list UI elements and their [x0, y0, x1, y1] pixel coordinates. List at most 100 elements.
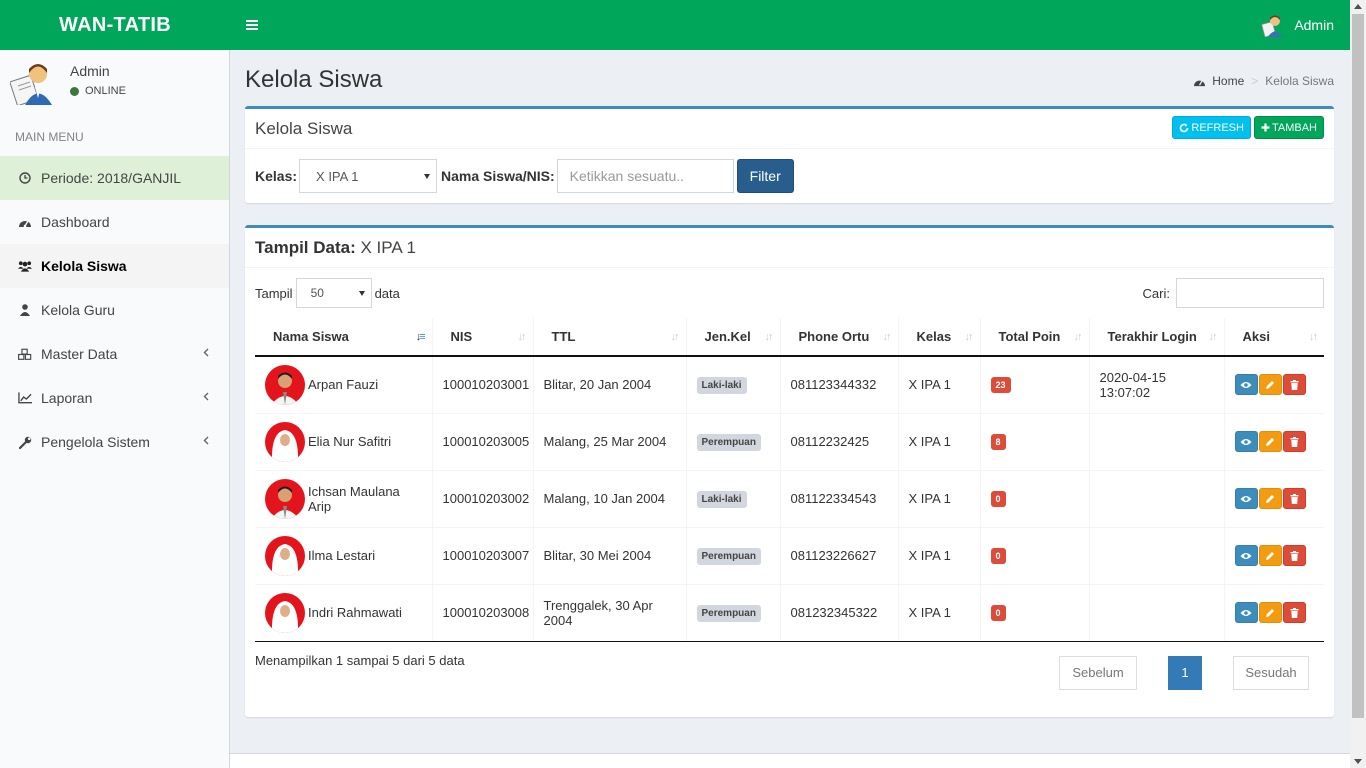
refresh-button-label: REFRESH: [1191, 121, 1244, 134]
scroll-down-icon[interactable]: [1354, 759, 1362, 764]
table-search-input[interactable]: [1176, 278, 1324, 308]
column-header[interactable]: Total Poin ↓↑: [980, 318, 1090, 357]
table-row: Arpan Fauzi 100010203001 Blitar, 20 Jan 20…: [255, 355, 1324, 413]
filter-button[interactable]: Filter: [736, 159, 794, 193]
table-row: Elia Nur Safitri 100010203005 Malang, 25 M…: [255, 412, 1324, 470]
cell-nis: 100010203005: [432, 412, 534, 470]
column-header-label: Phone Ortu: [798, 329, 870, 344]
trash-icon: [1290, 379, 1298, 390]
edit-button[interactable]: [1258, 431, 1282, 452]
cell-kelas: X IPA 1: [898, 412, 981, 470]
edit-button[interactable]: [1258, 545, 1282, 566]
delete-button[interactable]: [1282, 602, 1306, 623]
column-header[interactable]: Aksi ↓↑: [1224, 318, 1324, 357]
sidebar-item-laporan[interactable]: Laporan: [0, 376, 229, 420]
column-header-label: NIS: [450, 329, 473, 344]
gender-badge: Laki-laki: [696, 490, 747, 508]
sidebar: Admin ONLINE MAIN MENU Periode: 2018/GAN…: [0, 50, 230, 768]
clock-icon: [18, 171, 32, 185]
scroll-up-icon[interactable]: [1354, 4, 1362, 9]
page-1-button[interactable]: 1: [1168, 655, 1202, 690]
view-button[interactable]: [1234, 545, 1258, 566]
sort-icon: ↓↑: [764, 331, 774, 343]
scrollbar[interactable]: [1350, 0, 1366, 768]
search-input[interactable]: Ketikkan sesuatu..: [556, 159, 734, 193]
cell-nis: 100010203002: [432, 469, 534, 527]
column-header[interactable]: TTL ↓↑: [533, 318, 687, 357]
student-photo: [265, 364, 305, 405]
sidebar-item-kelola-siswa[interactable]: Kelola Siswa: [0, 244, 229, 288]
view-button[interactable]: [1234, 488, 1258, 509]
avatar: [10, 64, 52, 105]
sidebar-item-master-data[interactable]: Master Data: [0, 332, 229, 376]
sidebar-item-pengelola-sistem[interactable]: Pengelola Sistem: [0, 420, 229, 464]
cell-phone: 081122334543: [780, 469, 899, 527]
trash-icon: [1290, 607, 1298, 618]
sidebar-item-periode[interactable]: Periode: 2018/GANJIL: [0, 156, 229, 200]
breadcrumb-separator: >: [1251, 74, 1259, 88]
cell-nis: 100010203008: [432, 583, 534, 642]
eye-icon: [1240, 609, 1252, 616]
cell-poin: 0: [980, 526, 1090, 584]
user-menu[interactable]: Admin: [1260, 0, 1350, 50]
view-button[interactable]: [1234, 374, 1258, 396]
breadcrumb-current: Kelola Siswa: [1265, 74, 1334, 88]
view-button[interactable]: [1234, 431, 1258, 452]
column-header-label: TTL: [551, 329, 576, 344]
column-header[interactable]: Jen.Kel ↓↑: [686, 318, 781, 357]
student-photo: [265, 592, 305, 633]
cell-actions: [1224, 469, 1324, 527]
user-panel: Admin ONLINE: [0, 50, 229, 120]
app-logo[interactable]: WAN-TATIB: [0, 14, 230, 37]
kelas-select[interactable]: X IPA 1: [299, 159, 438, 193]
prev-page-button[interactable]: Sebelum: [1059, 655, 1137, 690]
cell-phone: 081123344332: [780, 355, 899, 413]
next-page-button[interactable]: Sesudah: [1233, 655, 1309, 690]
edit-button[interactable]: [1258, 374, 1282, 396]
cell-gender: Perempuan: [686, 583, 781, 642]
sort-icon: ↓↑: [1309, 331, 1318, 343]
page-title: Kelola Siswa: [245, 66, 383, 93]
page-length-select[interactable]: 50: [295, 278, 372, 308]
edit-button[interactable]: [1258, 488, 1282, 509]
refresh-button[interactable]: REFRESH: [1172, 116, 1251, 139]
sidebar-item-dashboard[interactable]: Dashboard: [0, 200, 229, 244]
caret-down-icon: [424, 174, 431, 179]
cell-poin: 0: [980, 583, 1090, 642]
column-header[interactable]: Terakhir Login ↓↑: [1089, 318, 1225, 357]
data-box: Tampil Data: X IPA 1 Tampil 50 data Cari…: [245, 225, 1334, 717]
filter-box-header: Kelola Siswa REFRESH TAMBAH: [245, 109, 1334, 149]
data-box-title-value: X IPA 1: [355, 237, 416, 257]
delete-button[interactable]: [1282, 431, 1306, 452]
cell-name: Ilma Lestari: [255, 526, 433, 584]
view-button[interactable]: [1234, 602, 1258, 623]
cell-phone: 081123226627: [780, 526, 899, 584]
cell-gender: Perempuan: [686, 412, 781, 470]
sidebar-toggle-icon[interactable]: [230, 0, 274, 50]
edit-button[interactable]: [1258, 602, 1282, 623]
column-header[interactable]: Phone Ortu ↓↑: [780, 318, 899, 357]
delete-button[interactable]: [1282, 488, 1306, 509]
gender-badge: Perempuan: [696, 433, 761, 451]
sort-icon: ↓↑: [1208, 331, 1218, 343]
column-header-label: Terakhir Login: [1107, 329, 1197, 344]
eye-icon: [1240, 552, 1252, 559]
sort-icon: ↓↑: [882, 331, 892, 343]
breadcrumb-home-link[interactable]: Home: [1212, 74, 1244, 88]
dashboard-icon: [18, 215, 32, 229]
breadcrumb: Home > Kelola Siswa: [1193, 74, 1334, 88]
scrollbar-thumb[interactable]: [1352, 14, 1364, 718]
sort-icon: ↓↑: [1073, 331, 1083, 343]
sort-icon: ↓↑: [670, 331, 680, 343]
delete-button[interactable]: [1282, 374, 1306, 396]
sidebar-item-label: Kelola Guru: [41, 302, 115, 318]
column-header[interactable]: Nama Siswa ↓≡: [255, 318, 433, 357]
column-header[interactable]: Kelas ↓↑: [898, 318, 981, 357]
sidebar-item-kelola-guru[interactable]: Kelola Guru: [0, 288, 229, 332]
cell-name: Arpan Fauzi: [255, 355, 433, 413]
column-header[interactable]: NIS ↓↑: [432, 318, 534, 357]
add-button[interactable]: TAMBAH: [1253, 116, 1324, 139]
poin-badge: 0: [990, 605, 1006, 621]
delete-button[interactable]: [1282, 545, 1306, 566]
cell-nis: 100010203001: [432, 355, 534, 413]
